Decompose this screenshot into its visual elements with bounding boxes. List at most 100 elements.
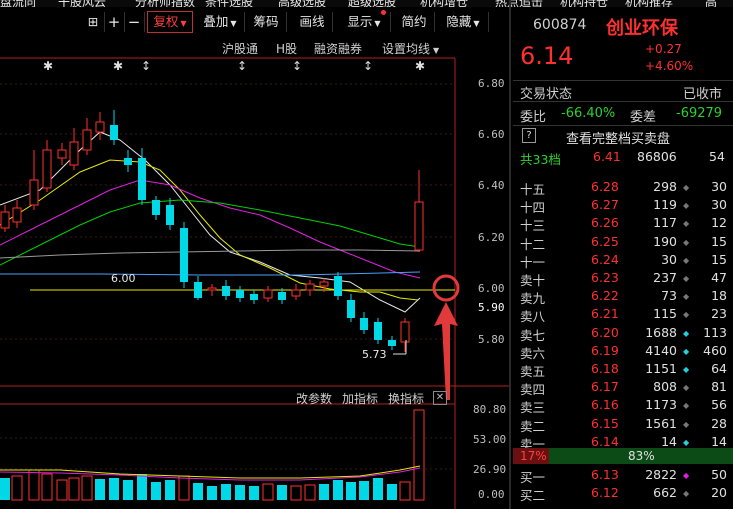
volume-bar	[221, 484, 231, 500]
order-dot-icon: ◆	[683, 292, 690, 302]
level-volume: 115	[653, 306, 677, 322]
level-volume: 2822	[645, 467, 677, 482]
level-price: 6.27	[591, 197, 619, 213]
full-orderbook-link[interactable]: 查看完整档买卖盘	[566, 128, 670, 147]
svg-text:✱: ✱	[43, 59, 53, 73]
top-menu-item[interactable]: 机构推荐	[625, 0, 673, 7]
level-label: 卖九	[520, 291, 546, 307]
level-price: 6.25	[591, 233, 619, 249]
level-volume: 119	[653, 197, 677, 213]
close-icon[interactable]: ✕	[433, 391, 447, 405]
volume-bar	[68, 477, 80, 501]
level-label: 卖四	[520, 382, 546, 398]
level-count: 23	[711, 306, 727, 322]
status-label: 交易状态	[520, 87, 573, 102]
weicha-value: -69279	[676, 106, 723, 121]
sell-level-row[interactable]: 十二 6.25 190 15 ◆	[513, 234, 733, 252]
volume-bar	[413, 409, 425, 501]
candle-body	[207, 287, 217, 291]
total-levels-volume: 86806	[637, 149, 677, 164]
level-count: 30	[711, 197, 727, 213]
price-change-pct: +4.60%	[645, 59, 694, 73]
sell-level-row[interactable]: 十三 6.26 117 12 ◆	[513, 215, 733, 233]
order-dot-icon: ◆	[683, 255, 690, 265]
sell-level-row[interactable]: 卖四 6.17 808 81 ◆	[513, 379, 733, 397]
level-price: 6.28	[591, 179, 619, 194]
volume-bar	[346, 482, 356, 500]
cost-line	[0, 271, 421, 276]
volume-tick: 80.80	[473, 403, 507, 416]
sell-level-row[interactable]: 十四 6.27 119 30 ◆	[513, 197, 733, 215]
level-count: 14	[711, 433, 727, 449]
level-count: 50	[711, 467, 727, 482]
status-value: 已收市	[683, 87, 723, 102]
sell-level-row[interactable]: 卖七 6.20 1688 113 ◆	[513, 325, 733, 343]
level-volume: 73	[661, 288, 677, 304]
level-volume: 298	[653, 179, 677, 194]
volume-bar	[387, 484, 397, 500]
buy-level-row[interactable]: 买一 6.13 2822 50 ◆	[513, 467, 733, 485]
level-volume: 1173	[645, 397, 677, 413]
level-line-label: 6.00	[111, 272, 136, 285]
level-label: 卖七	[520, 327, 546, 343]
top-menu-item[interactable]: 高	[705, 0, 717, 7]
change-params-button[interactable]: 改参数	[296, 390, 332, 407]
level-price: 6.22	[591, 288, 619, 304]
sell-level-row[interactable]: 卖二 6.15 1561 28 ◆	[513, 416, 733, 434]
level-price: 6.18	[591, 361, 619, 376]
switch-indicator-button[interactable]: 换指标	[388, 390, 424, 407]
order-dot-icon: ◆	[683, 419, 690, 429]
volume-bar	[151, 482, 161, 500]
help-icon[interactable]: ?	[522, 128, 536, 143]
sell-level-row[interactable]: 卖八 6.21 115 23 ◆	[513, 306, 733, 324]
order-dot-icon: ◆	[683, 328, 690, 338]
candle-body	[69, 141, 79, 166]
sell-level-row[interactable]: 十五 6.28 298 30 ◆	[513, 179, 733, 197]
add-indicator-button[interactable]: 加指标	[342, 390, 378, 407]
quote-panel: 600874 创业环保 6.14 +0.27 +4.60% 交易状态 已收市 委…	[513, 9, 733, 509]
candle-body	[250, 294, 258, 300]
sell-level-row[interactable]: 卖三 6.16 1173 56 ◆	[513, 397, 733, 415]
sell-level-row[interactable]: 十一 6.24 30 15 ◆	[513, 252, 733, 270]
candle-body	[291, 289, 301, 297]
weicha-label: 委差	[630, 110, 657, 125]
buy-level-row[interactable]: 买二 6.12 662 20 ◆	[513, 485, 733, 503]
sell-level-row[interactable]: 卖六 6.19 4140 460 ◆	[513, 343, 733, 361]
order-dot-icon: ◆	[683, 401, 690, 411]
divider	[513, 80, 733, 81]
event-markers[interactable]: ✱ ✱ ↕ ↕ ↕ ↕ ✱	[43, 59, 425, 73]
volume-bar	[137, 474, 147, 500]
top-menu-item[interactable]: 机构持仓	[560, 0, 608, 7]
candle-body	[110, 125, 118, 140]
sell-level-row[interactable]: 卖九 6.22 73 18 ◆	[513, 288, 733, 306]
total-levels-count: 54	[709, 149, 725, 164]
level-label: 买二	[520, 488, 546, 504]
svg-text:✱: ✱	[415, 59, 425, 73]
up-arrow-annotation	[434, 302, 458, 400]
level-price: 6.20	[591, 324, 619, 340]
order-dot-icon: ◆	[683, 310, 690, 320]
weibi-value: -66.40%	[561, 106, 616, 121]
sell-level-row[interactable]: 卖十 6.23 237 47 ◆	[513, 270, 733, 288]
svg-text:↕: ↕	[141, 59, 151, 73]
stock-name: 创业环保	[606, 18, 678, 39]
level-count: 12	[711, 215, 727, 231]
price-tick: 5.80	[478, 333, 505, 346]
candle-body	[12, 207, 22, 223]
order-dot-icon: ◆	[683, 219, 690, 229]
volume-bar	[11, 475, 23, 501]
volume-bar	[207, 486, 217, 500]
sell-level-row[interactable]: 卖五 6.18 1151 64 ◆	[513, 361, 733, 379]
level-count: 81	[711, 379, 727, 395]
volume-bar	[95, 479, 105, 500]
candle-body	[388, 340, 396, 346]
panel-divider[interactable]	[509, 0, 511, 509]
low-price-label: 5.73	[362, 348, 387, 361]
volume-bar	[399, 481, 411, 501]
level-label: 十五	[520, 182, 546, 197]
level-label: 十四	[520, 200, 546, 216]
level-count: 15	[711, 233, 727, 249]
level-count: 28	[711, 415, 727, 431]
candle-body	[374, 322, 382, 340]
volume-bar	[235, 485, 245, 500]
